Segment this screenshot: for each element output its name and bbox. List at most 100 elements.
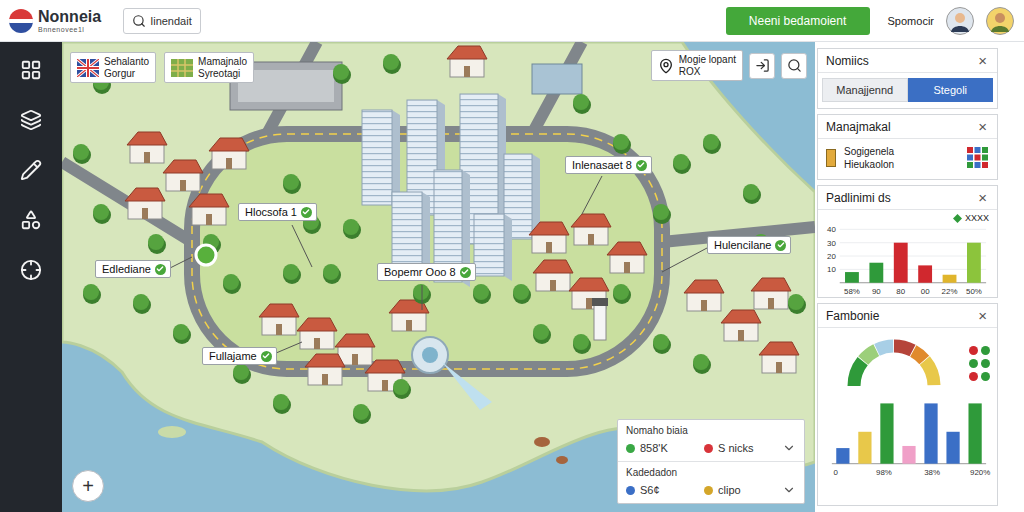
avatar-icon[interactable] bbox=[986, 7, 1014, 35]
close-button[interactable]: × bbox=[976, 53, 989, 68]
grid-map-icon bbox=[171, 59, 193, 77]
legend-group: Kadedadon S6¢ clipo bbox=[618, 461, 804, 503]
app-window: NonneiaBnnenovee1l Iinendait Neeni bedamoi… bbox=[0, 0, 1024, 512]
check-icon bbox=[460, 267, 471, 278]
layer-chip[interactable]: SehalantoGorgur bbox=[70, 52, 156, 83]
panel-header: Manajmakal× bbox=[818, 115, 997, 139]
search-field[interactable]: Iinendait bbox=[123, 8, 201, 34]
panel-header: Nomiics× bbox=[818, 49, 997, 73]
check-icon bbox=[775, 240, 786, 251]
flag-icon bbox=[8, 8, 34, 34]
svg-text:10: 10 bbox=[827, 265, 836, 274]
user-name[interactable]: Spomocir bbox=[888, 15, 934, 27]
chevron-icon[interactable] bbox=[782, 483, 796, 497]
sidebar-button[interactable] bbox=[16, 58, 46, 82]
panel-title: Fambonie bbox=[826, 309, 879, 323]
padlinimi-card: Padlinimi ds×XXXX4030201058%90800022%50% bbox=[817, 185, 998, 298]
chip-label: Mamajnalo bbox=[198, 56, 247, 68]
legend-dot bbox=[626, 444, 635, 453]
legend-group: Nomaho biaia 858'K S nicks bbox=[618, 420, 804, 461]
chart-bar bbox=[880, 403, 893, 463]
map-search-button[interactable] bbox=[781, 53, 807, 79]
close-button[interactable]: × bbox=[976, 308, 989, 323]
legend-dot bbox=[981, 359, 990, 368]
svg-text:40: 40 bbox=[827, 225, 836, 234]
layer-chip[interactable]: MamajnaloSyreotagi bbox=[164, 52, 254, 83]
chart-bar bbox=[894, 243, 908, 283]
chip-label: Sehalanto bbox=[104, 56, 149, 68]
flag-icon bbox=[77, 59, 99, 77]
tab-row: ManajjenndStegoli bbox=[818, 73, 997, 108]
fambonie-card: Fambonie × 0 98% 38% 920% bbox=[817, 303, 998, 506]
svg-text:0: 0 bbox=[834, 468, 839, 477]
map-label[interactable]: Inlenasaet 8 bbox=[565, 156, 652, 174]
legend-item[interactable]: S nicks bbox=[704, 442, 778, 454]
legend-item[interactable]: S6¢ bbox=[626, 484, 700, 496]
chevron-icon[interactable] bbox=[782, 441, 796, 455]
logo[interactable]: NonneiaBnnenovee1l bbox=[8, 8, 101, 34]
map-legend: Nomaho biaia 858'K S nicks Kadedadon S6¢ clip… bbox=[617, 419, 805, 504]
dot-legend bbox=[969, 334, 989, 381]
svg-text:80: 80 bbox=[896, 287, 905, 296]
grid-icon bbox=[967, 147, 989, 169]
check-icon bbox=[636, 160, 647, 171]
gauge-chart bbox=[834, 334, 954, 394]
close-button[interactable]: × bbox=[976, 190, 989, 205]
legend-dot bbox=[704, 444, 713, 453]
enter-button[interactable] bbox=[749, 53, 775, 79]
sidebar-button[interactable] bbox=[16, 108, 46, 132]
legend-title: Kadedadon bbox=[626, 467, 796, 478]
chart-bar bbox=[845, 272, 859, 283]
chart-bar bbox=[858, 432, 871, 464]
map-label[interactable]: Hulencilane bbox=[707, 236, 791, 254]
bar-chart: 4030201058%90800022%50% bbox=[818, 223, 997, 297]
svg-text:50%: 50% bbox=[966, 287, 982, 296]
chart-legend: XXXX bbox=[818, 210, 997, 223]
tab[interactable]: Stegoli bbox=[908, 78, 994, 102]
sidebar-button[interactable] bbox=[16, 208, 46, 232]
legend-title: Nomaho biaia bbox=[626, 425, 796, 436]
svg-text:30: 30 bbox=[827, 239, 836, 248]
login-icon bbox=[755, 58, 770, 73]
primary-button[interactable]: Neeni bedamoient bbox=[726, 7, 870, 35]
swatch bbox=[826, 149, 836, 167]
avatar-icon[interactable] bbox=[946, 7, 974, 35]
manajmakal-card: Manajmakal×SogigenelaHieukaolon bbox=[817, 114, 998, 180]
map-label[interactable]: Bopemr Ooo 8 bbox=[377, 263, 476, 281]
check-icon bbox=[155, 264, 166, 275]
chip-label: ROX bbox=[679, 66, 736, 78]
chip-label: Mogie lopant bbox=[679, 54, 736, 66]
svg-text:920%: 920% bbox=[970, 468, 990, 477]
panel-title: Padlinimi ds bbox=[826, 191, 891, 205]
chart-bar bbox=[946, 432, 959, 464]
svg-text:58%: 58% bbox=[844, 287, 860, 296]
chart-bar bbox=[902, 446, 915, 464]
pin-icon bbox=[658, 58, 674, 74]
location-chip[interactable]: Mogie lopantROX bbox=[651, 50, 743, 81]
map-label[interactable]: Fullajame bbox=[202, 347, 277, 365]
shapes-icon bbox=[20, 209, 42, 231]
sidebar-button[interactable] bbox=[16, 258, 46, 282]
chart-bar bbox=[968, 403, 981, 463]
legend-item[interactable]: 858'K bbox=[626, 442, 700, 454]
chip-label: Syreotagi bbox=[198, 68, 247, 80]
bar-chart: 0 98% 38% 920% bbox=[818, 394, 997, 478]
map-label[interactable]: Edlediane bbox=[95, 260, 171, 278]
close-button[interactable]: × bbox=[976, 119, 989, 134]
search-icon bbox=[787, 58, 802, 73]
svg-text:98%: 98% bbox=[876, 468, 892, 477]
legend-item[interactable]: clipo bbox=[704, 484, 778, 496]
search-placeholder: Iinendait bbox=[150, 15, 192, 27]
map-view[interactable]: SehalantoGorgur MamajnaloSyreotagi Mogie l… bbox=[62, 42, 815, 512]
pencil-icon bbox=[20, 159, 42, 181]
chart-bar bbox=[943, 275, 957, 283]
sidebar-button[interactable] bbox=[16, 158, 46, 182]
check-icon bbox=[301, 207, 312, 218]
map-label[interactable]: Hlocsofa 1 bbox=[238, 203, 317, 221]
zoom-button[interactable]: + bbox=[72, 470, 104, 502]
svg-text:90: 90 bbox=[872, 287, 881, 296]
diamond-icon bbox=[953, 214, 962, 223]
tab[interactable]: Manajjennd bbox=[822, 78, 908, 102]
app-title: Nonneia bbox=[38, 9, 101, 25]
svg-text:38%: 38% bbox=[924, 468, 940, 477]
